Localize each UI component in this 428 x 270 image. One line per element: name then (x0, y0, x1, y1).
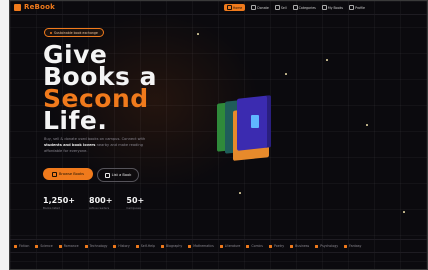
category-icon (160, 244, 164, 248)
ticker-item[interactable]: Self-Help (135, 244, 155, 248)
list-book-button[interactable]: List a Book (97, 168, 139, 182)
gift-icon (251, 5, 257, 10)
category-icon (35, 244, 39, 248)
ticker-item[interactable]: Poetry (268, 244, 284, 248)
category-icon (14, 244, 17, 248)
ticker-item[interactable]: Fantasy (344, 244, 361, 248)
ticker-item[interactable]: Technology (84, 244, 107, 248)
home-icon (226, 5, 232, 10)
ticker-item[interactable]: History (113, 244, 130, 248)
book-cover-label (251, 115, 259, 128)
star-decoration (239, 192, 241, 194)
nav-item-sell[interactable]: Sell (274, 5, 287, 10)
hero-description: Buy, sell & donate used books on campus.… (44, 137, 146, 153)
star-decoration (403, 211, 405, 213)
grid-icon (292, 5, 298, 10)
category-icon (290, 244, 294, 248)
sparkle-icon (50, 31, 52, 34)
stat-readers: 800+ Active readers (89, 196, 113, 210)
book-stack-illustration (215, 95, 285, 165)
top-navigation-bar: ReBook Home Donate Sell Categories My Bo… (10, 1, 427, 15)
ticker-item[interactable]: Fiction (14, 244, 29, 248)
tag-icon (274, 5, 280, 10)
main-nav: Home Donate Sell Categories My Books Pro… (223, 4, 365, 11)
brand-logo[interactable]: ReBook (14, 3, 55, 11)
plus-icon (104, 172, 110, 178)
nav-item-categories[interactable]: Categories (292, 5, 316, 10)
stat-campuses: 50+ Campuses (126, 196, 145, 210)
ticker-item[interactable]: Psychology (315, 244, 338, 248)
star-decoration (197, 33, 199, 35)
hero-badge: Sustainable book exchange (44, 28, 104, 37)
stats-row: 1,250+ Books listed 800+ Active readers … (43, 196, 144, 210)
nav-item-donate[interactable]: Donate (251, 5, 269, 10)
browse-books-button[interactable]: Browse Books (43, 168, 93, 180)
star-decoration (285, 73, 287, 75)
ticker-item[interactable]: Mathematics (188, 244, 214, 248)
book-logo-icon (14, 3, 21, 11)
category-icon (315, 244, 319, 248)
ticker-item[interactable]: Biography (160, 244, 182, 248)
book-icon (321, 5, 327, 10)
ticker-item[interactable]: Literature (219, 244, 240, 248)
star-decoration (366, 124, 368, 126)
stat-books: 1,250+ Books listed (43, 196, 76, 210)
category-icon (188, 244, 192, 248)
nav-item-my-books[interactable]: My Books (321, 5, 343, 10)
hero-title-line4: Life. (43, 106, 108, 135)
nav-item-home[interactable]: Home (223, 4, 246, 11)
ticker-item[interactable]: Business (290, 244, 309, 248)
category-icon (268, 244, 272, 248)
category-icon (58, 244, 62, 248)
star-decoration (326, 59, 328, 61)
category-icon (113, 244, 117, 248)
search-icon (51, 171, 57, 177)
category-ticker: Fiction Science Romance Technology History Se… (10, 239, 427, 253)
category-icon (84, 244, 88, 248)
user-icon (349, 5, 355, 10)
app-window: ReBook Home Donate Sell Categories My Bo… (9, 0, 428, 270)
nav-item-profile[interactable]: Profile (349, 5, 365, 10)
category-icon (246, 244, 250, 248)
ticker-item[interactable]: Romance (58, 244, 79, 248)
category-icon (344, 244, 348, 248)
ticker-item[interactable]: Comics (246, 244, 263, 248)
category-icon (135, 244, 139, 248)
ticker-item[interactable]: Science (35, 244, 53, 248)
category-icon (219, 244, 223, 248)
brand-name: ReBook (24, 3, 55, 11)
